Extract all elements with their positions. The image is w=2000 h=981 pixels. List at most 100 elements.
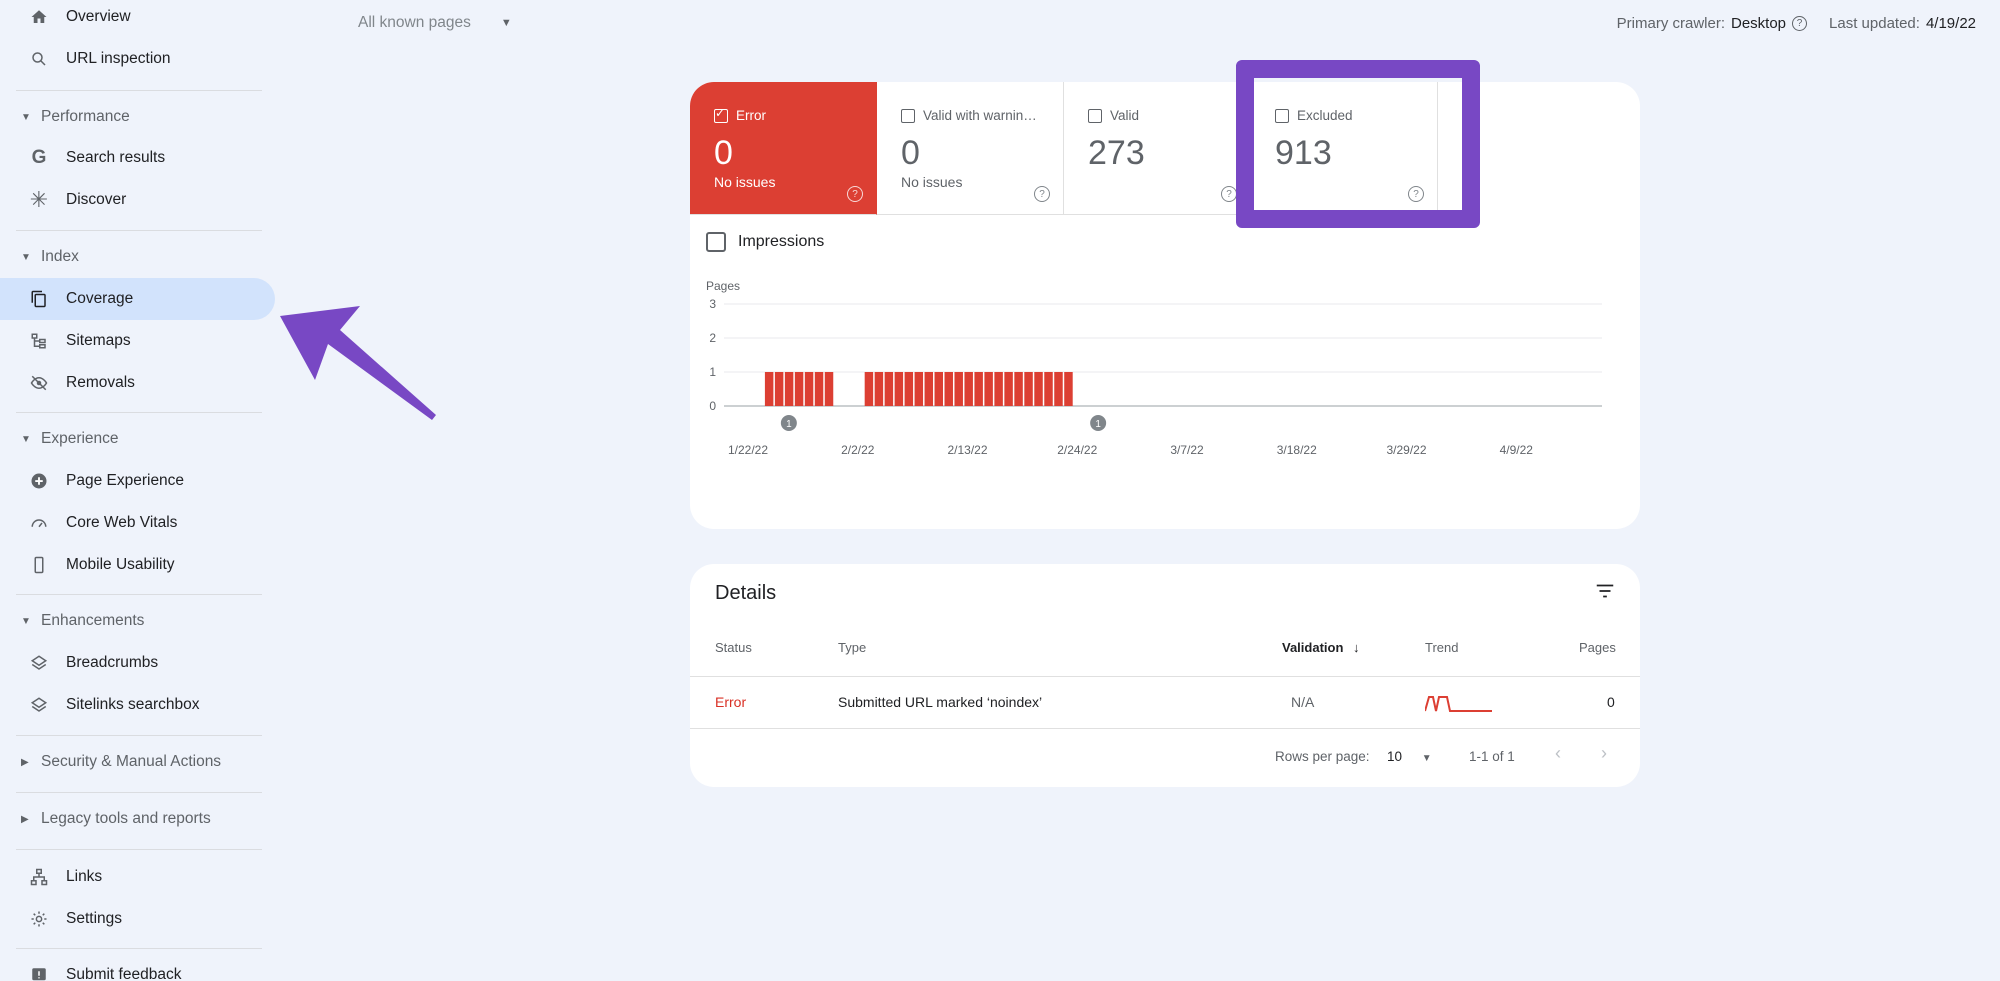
bar: [794, 372, 804, 406]
bar: [964, 372, 973, 406]
checkbox[interactable]: [1088, 108, 1102, 123]
section-label: Performance: [41, 108, 130, 125]
section-security[interactable]: ▶ Security & Manual Actions: [0, 745, 275, 779]
help-icon[interactable]: ?: [1034, 186, 1050, 202]
bar: [1034, 372, 1043, 406]
header-status[interactable]: Status: [715, 640, 752, 655]
sidebar-item-sitemaps[interactable]: Sitemaps: [0, 320, 275, 362]
sidebar-item-label: Sitelinks searchbox: [66, 696, 200, 713]
checkbox-checked[interactable]: [714, 106, 728, 123]
bar: [864, 372, 874, 406]
section-label: Index: [41, 248, 79, 265]
caret-right-icon: ▶: [21, 813, 29, 825]
sidebar-item-removals[interactable]: Removals: [0, 362, 275, 404]
section-experience[interactable]: ▼ Experience: [0, 422, 275, 456]
section-label: Security & Manual Actions: [41, 753, 222, 770]
tile-label: Error: [736, 108, 766, 123]
bar: [874, 372, 884, 406]
y-tick-label: 3: [709, 297, 716, 311]
sidebar-item-search-results[interactable]: G Search results: [0, 137, 275, 179]
tile-valid-with-warnings[interactable]: Valid with warnin… 0 No issues ?: [877, 82, 1064, 215]
search-icon: [28, 48, 50, 70]
x-tick-label: 3/7/22: [1170, 443, 1204, 457]
sidebar-item-page-experience[interactable]: Page Experience: [0, 460, 275, 502]
bar: [884, 372, 894, 406]
copy-pages-icon: [28, 288, 50, 310]
page-filter-dropdown[interactable]: All known pages ▼: [358, 14, 512, 32]
section-performance[interactable]: ▼ Performance: [0, 100, 275, 134]
prev-page-button[interactable]: ‹: [1555, 743, 1561, 764]
tile-sub: No issues: [714, 174, 776, 190]
last-updated-value: 4/19/22: [1925, 15, 1976, 32]
sidebar-item-discover[interactable]: ✳ Discover: [0, 179, 275, 221]
sidebar-item-label: Coverage: [66, 290, 134, 307]
details-title: Details: [715, 582, 777, 604]
caret-right-icon: ▶: [21, 756, 29, 768]
checkbox[interactable]: [901, 108, 915, 123]
sidebar-item-submit-feedback[interactable]: Submit feedback: [0, 954, 275, 981]
bar: [894, 372, 904, 406]
pointer-arrow: [280, 306, 436, 420]
help-icon[interactable]: ?: [1221, 186, 1237, 202]
trend-sparkline: [1425, 696, 1492, 712]
sidebar-item-label: URL inspection: [66, 50, 171, 67]
section-legacy[interactable]: ▶ Legacy tools and reports: [0, 802, 275, 836]
sidebar-item-links[interactable]: Links: [0, 856, 275, 898]
bar: [1014, 372, 1023, 406]
plus-circle-icon: [28, 470, 50, 492]
sidebar-item-mobile-usability[interactable]: Mobile Usability: [0, 544, 275, 586]
tile-valid[interactable]: Valid 273 ?: [1064, 82, 1251, 215]
caret-down-icon: ▼: [21, 615, 31, 627]
bar: [954, 372, 963, 406]
sidebar-item-core-web-vitals[interactable]: Core Web Vitals: [0, 502, 275, 544]
bar: [934, 372, 943, 406]
header-pages[interactable]: Pages: [1579, 640, 1616, 655]
divider: [16, 412, 262, 413]
x-tick-label: 3/18/22: [1277, 443, 1317, 457]
sidebar-item-label: Sitemaps: [66, 332, 131, 349]
next-page-button[interactable]: ›: [1601, 743, 1607, 764]
help-icon[interactable]: ?: [847, 186, 863, 202]
sidebar-item-coverage[interactable]: Coverage: [0, 278, 275, 320]
section-index[interactable]: ▼ Index: [0, 240, 275, 274]
home-icon: [28, 6, 50, 28]
tile-value: 0: [901, 134, 920, 172]
caret-down-icon: ▼: [21, 251, 31, 263]
rows-per-page-value: 10: [1387, 749, 1403, 764]
impressions-toggle[interactable]: Impressions: [706, 232, 824, 252]
filter-icon[interactable]: [1594, 580, 1616, 607]
sidebar-item-overview[interactable]: Overview: [0, 0, 275, 38]
section-enhancements[interactable]: ▼ Enhancements: [0, 604, 275, 638]
google-g-icon: G: [31, 147, 47, 168]
x-tick-label: 3/29/22: [1386, 443, 1426, 457]
header-type[interactable]: Type: [838, 640, 866, 655]
sidebar-item-sitelinks-searchbox[interactable]: Sitelinks searchbox: [0, 684, 275, 726]
annotation-label: 1: [1095, 419, 1101, 430]
bar: [764, 372, 774, 406]
divider: [16, 849, 262, 850]
bar: [1054, 372, 1063, 406]
rows-per-page-label: Rows per page:: [1275, 749, 1370, 764]
rows-per-page-select[interactable]: 10 ▼: [1387, 749, 1432, 764]
table-row[interactable]: Error Submitted URL marked ‘noindex’ N/A…: [690, 676, 1640, 729]
crawler-info: Primary crawler: Desktop ? Last updated:…: [1617, 15, 1976, 32]
chevron-down-icon: ▼: [1421, 753, 1432, 764]
sidebar-item-label: Settings: [66, 910, 123, 927]
coverage-card: Error 0 No issues ? Valid with warnin… 0…: [690, 82, 1640, 529]
tile-error[interactable]: Error 0 No issues ?: [690, 82, 877, 215]
tile-value: 273: [1088, 134, 1145, 172]
sidebar-item-url-inspection[interactable]: URL inspection: [0, 38, 275, 80]
header-validation[interactable]: Validation ↓: [1282, 640, 1360, 655]
help-icon[interactable]: ?: [1792, 16, 1808, 31]
bar: [984, 372, 993, 406]
gear-icon: [28, 908, 50, 930]
bar: [824, 372, 834, 406]
tile-label: Valid: [1110, 108, 1140, 123]
sidebar-item-settings[interactable]: Settings: [0, 898, 275, 940]
bar: [914, 372, 924, 406]
bar: [944, 372, 953, 406]
sidebar-item-breadcrumbs[interactable]: Breadcrumbs: [0, 642, 275, 684]
sidebar-item-label: Mobile Usability: [66, 556, 175, 573]
checkbox[interactable]: [706, 232, 726, 252]
phone-icon: [28, 554, 50, 576]
